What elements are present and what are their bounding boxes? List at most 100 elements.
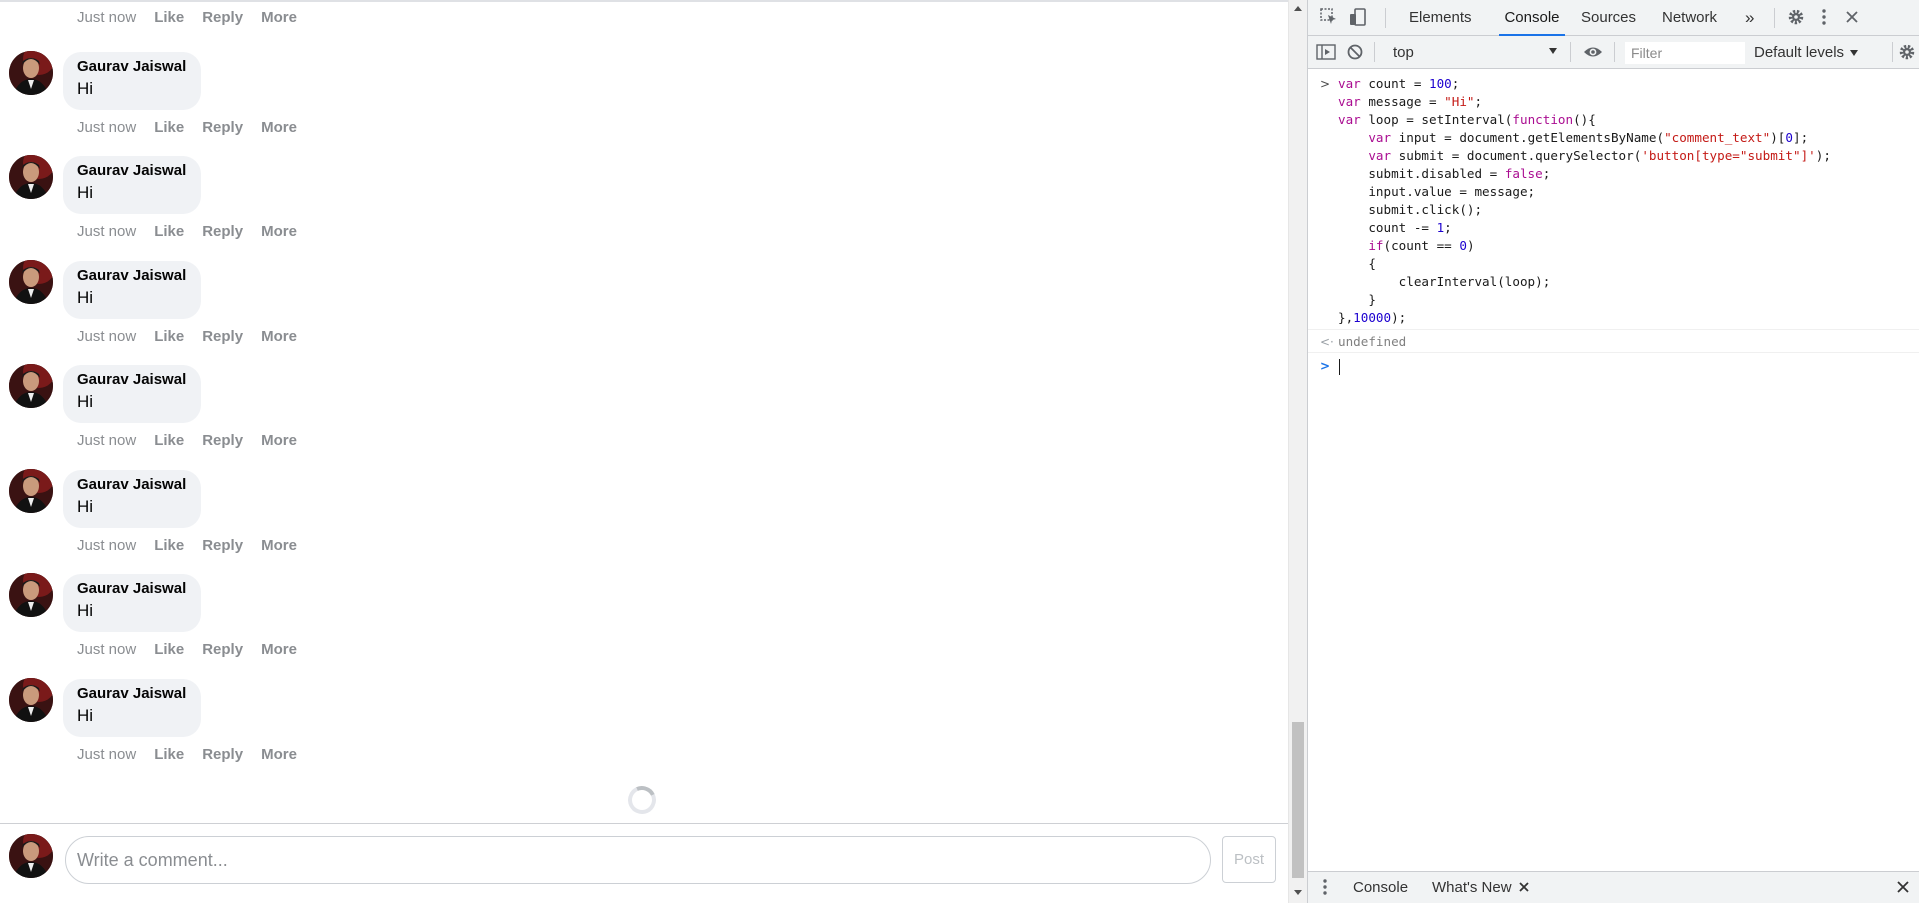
drawer-tab-whats-new[interactable]: What's New: [1432, 872, 1512, 903]
comment-bubble: Gaurav Jaiswal Hi: [63, 679, 201, 737]
more-link[interactable]: More: [261, 431, 297, 451]
context-selector[interactable]: top: [1393, 43, 1557, 62]
more-link[interactable]: More: [261, 222, 297, 242]
console-input-cursor[interactable]: [1339, 359, 1340, 375]
console-divider: [1308, 329, 1919, 330]
console-output[interactable]: > var count = 100; var message = "Hi"; v…: [1308, 69, 1919, 871]
tab-console[interactable]: Console: [1499, 0, 1565, 36]
comment-text: Hi: [77, 183, 94, 202]
comment-item: Gaurav Jaiswal Hi Just now Like Reply More: [0, 50, 1288, 154]
console-filter-input[interactable]: [1625, 42, 1745, 64]
reply-link[interactable]: Reply: [202, 536, 243, 556]
log-levels-label: Default levels: [1754, 44, 1845, 61]
scrollbar-thumb[interactable]: [1292, 722, 1304, 878]
device-toolbar-icon[interactable]: [1349, 8, 1367, 31]
inspect-element-icon[interactable]: [1320, 8, 1338, 31]
avatar: [9, 834, 53, 878]
like-link[interactable]: Like: [154, 640, 184, 660]
loading-spinner: [624, 782, 660, 818]
avatar[interactable]: [9, 573, 53, 617]
comment-text: Hi: [77, 392, 94, 411]
like-link[interactable]: Like: [154, 8, 184, 28]
reply-link[interactable]: Reply: [202, 327, 243, 347]
close-tab-icon[interactable]: [1518, 878, 1530, 901]
more-tabs-icon[interactable]: »: [1745, 0, 1754, 36]
comment-time: Just now: [77, 537, 137, 554]
more-link[interactable]: More: [261, 8, 297, 28]
toolbar-separator: [1774, 8, 1775, 28]
like-link[interactable]: Like: [154, 222, 184, 242]
avatar[interactable]: [9, 51, 53, 95]
like-link[interactable]: Like: [154, 327, 184, 347]
avatar[interactable]: [9, 260, 53, 304]
more-options-icon[interactable]: [1815, 8, 1833, 31]
comment-time: Just now: [77, 746, 137, 763]
comment-item: Gaurav Jaiswal Hi Just now Like Reply More: [0, 572, 1288, 676]
more-link[interactable]: More: [261, 118, 297, 138]
tab-network[interactable]: Network: [1662, 0, 1717, 36]
comment-actions: Just now Like Reply More: [77, 640, 315, 660]
comment-author[interactable]: Gaurav Jaiswal: [77, 579, 187, 599]
comment-author[interactable]: Gaurav Jaiswal: [77, 370, 187, 390]
avatar[interactable]: [9, 678, 53, 722]
drawer-menu-icon[interactable]: [1320, 878, 1330, 901]
comment-author[interactable]: Gaurav Jaiswal: [77, 266, 187, 286]
comment-text: Hi: [77, 706, 94, 725]
avatar[interactable]: [9, 364, 53, 408]
devtools-panel: Elements Console Sources Network » top F…: [1307, 0, 1919, 903]
console-result: undefined: [1338, 334, 1407, 349]
settings-gear-icon[interactable]: [1787, 8, 1805, 31]
reply-link[interactable]: Reply: [202, 431, 243, 451]
reply-link[interactable]: Reply: [202, 640, 243, 660]
log-levels-dropdown[interactable]: Default levels: [1754, 43, 1859, 62]
reply-link[interactable]: Reply: [202, 745, 243, 765]
result-arrow-icon: <·: [1320, 335, 1334, 349]
console-code-line: var submit = document.querySelector('but…: [1368, 148, 1831, 163]
post-button[interactable]: Post: [1222, 836, 1276, 883]
comment-text: Hi: [77, 601, 94, 620]
more-link[interactable]: More: [261, 745, 297, 765]
console-code-line: var input = document.getElementsByName("…: [1368, 130, 1809, 145]
show-sidebar-icon[interactable]: [1316, 43, 1336, 66]
tab-elements[interactable]: Elements: [1409, 0, 1472, 36]
like-link[interactable]: Like: [154, 118, 184, 138]
reply-link[interactable]: Reply: [202, 8, 243, 28]
context-value: top: [1393, 44, 1414, 61]
avatar[interactable]: [9, 155, 53, 199]
comment-actions: Just now Like Reply More: [77, 222, 315, 242]
clear-console-icon[interactable]: [1346, 43, 1364, 66]
reply-link[interactable]: Reply: [202, 222, 243, 242]
console-settings-icon[interactable]: [1898, 43, 1916, 66]
page-scrollbar[interactable]: [1288, 0, 1307, 903]
close-devtools-icon[interactable]: [1843, 8, 1861, 31]
scroll-up-arrow-icon[interactable]: [1294, 6, 1302, 11]
comment-time: Just now: [77, 641, 137, 658]
avatar[interactable]: [9, 469, 53, 513]
more-link[interactable]: More: [261, 327, 297, 347]
console-code-line: },10000);: [1338, 310, 1407, 325]
like-link[interactable]: Like: [154, 536, 184, 556]
console-code-line: var message = "Hi";: [1338, 94, 1483, 109]
drawer-tab-console[interactable]: Console: [1353, 872, 1408, 903]
close-drawer-icon[interactable]: [1896, 878, 1910, 901]
more-link[interactable]: More: [261, 536, 297, 556]
toolbar-separator: [1385, 8, 1386, 28]
comment-time: Just now: [77, 328, 137, 345]
comment-author[interactable]: Gaurav Jaiswal: [77, 684, 187, 704]
like-link[interactable]: Like: [154, 745, 184, 765]
like-link[interactable]: Like: [154, 431, 184, 451]
live-expression-eye-icon[interactable]: [1583, 43, 1603, 66]
comment-time: Just now: [77, 119, 137, 136]
console-code-line: submit.click();: [1338, 202, 1483, 217]
comment-author[interactable]: Gaurav Jaiswal: [77, 161, 187, 181]
devtools-tabbar: Elements Console Sources Network »: [1308, 0, 1919, 36]
scroll-down-arrow-icon[interactable]: [1294, 890, 1302, 895]
reply-link[interactable]: Reply: [202, 118, 243, 138]
tab-sources[interactable]: Sources: [1581, 0, 1636, 36]
top-divider: [0, 0, 1288, 2]
comment-actions: Just now Like Reply More: [77, 536, 315, 556]
comment-author[interactable]: Gaurav Jaiswal: [77, 475, 187, 495]
comment-author[interactable]: Gaurav Jaiswal: [77, 57, 187, 77]
more-link[interactable]: More: [261, 640, 297, 660]
comment-input[interactable]: [65, 836, 1211, 884]
